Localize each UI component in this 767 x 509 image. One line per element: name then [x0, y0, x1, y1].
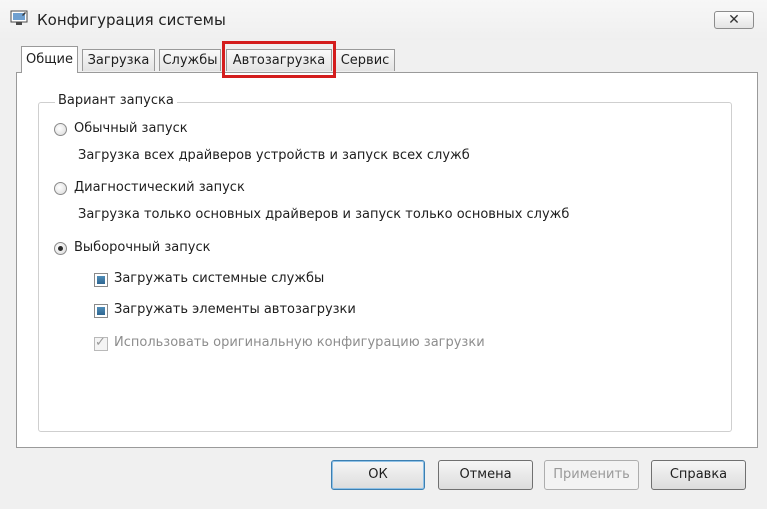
- normal-startup-description: Загрузка всех драйверов устройств и запу…: [78, 148, 470, 163]
- cancel-button[interactable]: Отмена: [438, 460, 533, 490]
- diagnostic-startup-radio[interactable]: [54, 182, 67, 195]
- tab-boot-label: Загрузка: [87, 53, 150, 68]
- tab-services-label: Службы: [162, 53, 218, 68]
- use-original-boot-config-checkbox: ✓: [94, 335, 108, 351]
- close-button[interactable]: ✕: [714, 11, 754, 29]
- tab-general-label: Общие: [26, 52, 73, 67]
- tab-startup[interactable]: Автозагрузка: [226, 49, 332, 71]
- normal-startup-radio[interactable]: [54, 123, 67, 136]
- ok-button[interactable]: ОК: [331, 460, 425, 490]
- load-system-services-checkbox[interactable]: [94, 273, 108, 287]
- apply-button: Применить: [544, 460, 639, 490]
- use-original-boot-config-label: Использовать оригинальную конфигурацию з…: [114, 335, 485, 350]
- checkmark-icon: ✓: [95, 335, 106, 350]
- startup-group-title: Вариант запуска: [55, 93, 177, 108]
- startup-selection-group: Вариант запуска Обычный запуск Загрузка …: [38, 93, 732, 432]
- tab-general[interactable]: Общие: [21, 46, 78, 73]
- selective-startup-radio[interactable]: [54, 242, 67, 255]
- load-system-services-label[interactable]: Загружать системные службы: [114, 271, 324, 286]
- load-startup-items-checkbox[interactable]: [94, 304, 108, 318]
- close-icon: ✕: [728, 12, 740, 28]
- general-tab-panel: Вариант запуска Обычный запуск Загрузка …: [16, 72, 758, 448]
- diagnostic-startup-label[interactable]: Диагностический запуск: [74, 180, 245, 195]
- tab-tools-label: Сервис: [340, 53, 390, 68]
- selective-startup-label[interactable]: Выборочный запуск: [74, 240, 210, 255]
- title-bar: Конфигурация системы ✕: [0, 0, 767, 40]
- help-button[interactable]: Справка: [651, 460, 746, 490]
- system-config-window: Конфигурация системы ✕ Общие Загрузка Сл…: [0, 0, 767, 509]
- window-title: Конфигурация системы: [37, 11, 226, 29]
- system-config-app-icon: [10, 10, 28, 25]
- load-startup-items-label[interactable]: Загружать элементы автозагрузки: [114, 302, 356, 317]
- normal-startup-label[interactable]: Обычный запуск: [74, 121, 188, 136]
- tab-boot[interactable]: Загрузка: [82, 49, 155, 71]
- tab-startup-label: Автозагрузка: [232, 53, 326, 68]
- tab-services[interactable]: Службы: [159, 49, 221, 71]
- tab-tools[interactable]: Сервис: [335, 49, 395, 71]
- diagnostic-startup-description: Загрузка только основных драйверов и зап…: [78, 207, 570, 222]
